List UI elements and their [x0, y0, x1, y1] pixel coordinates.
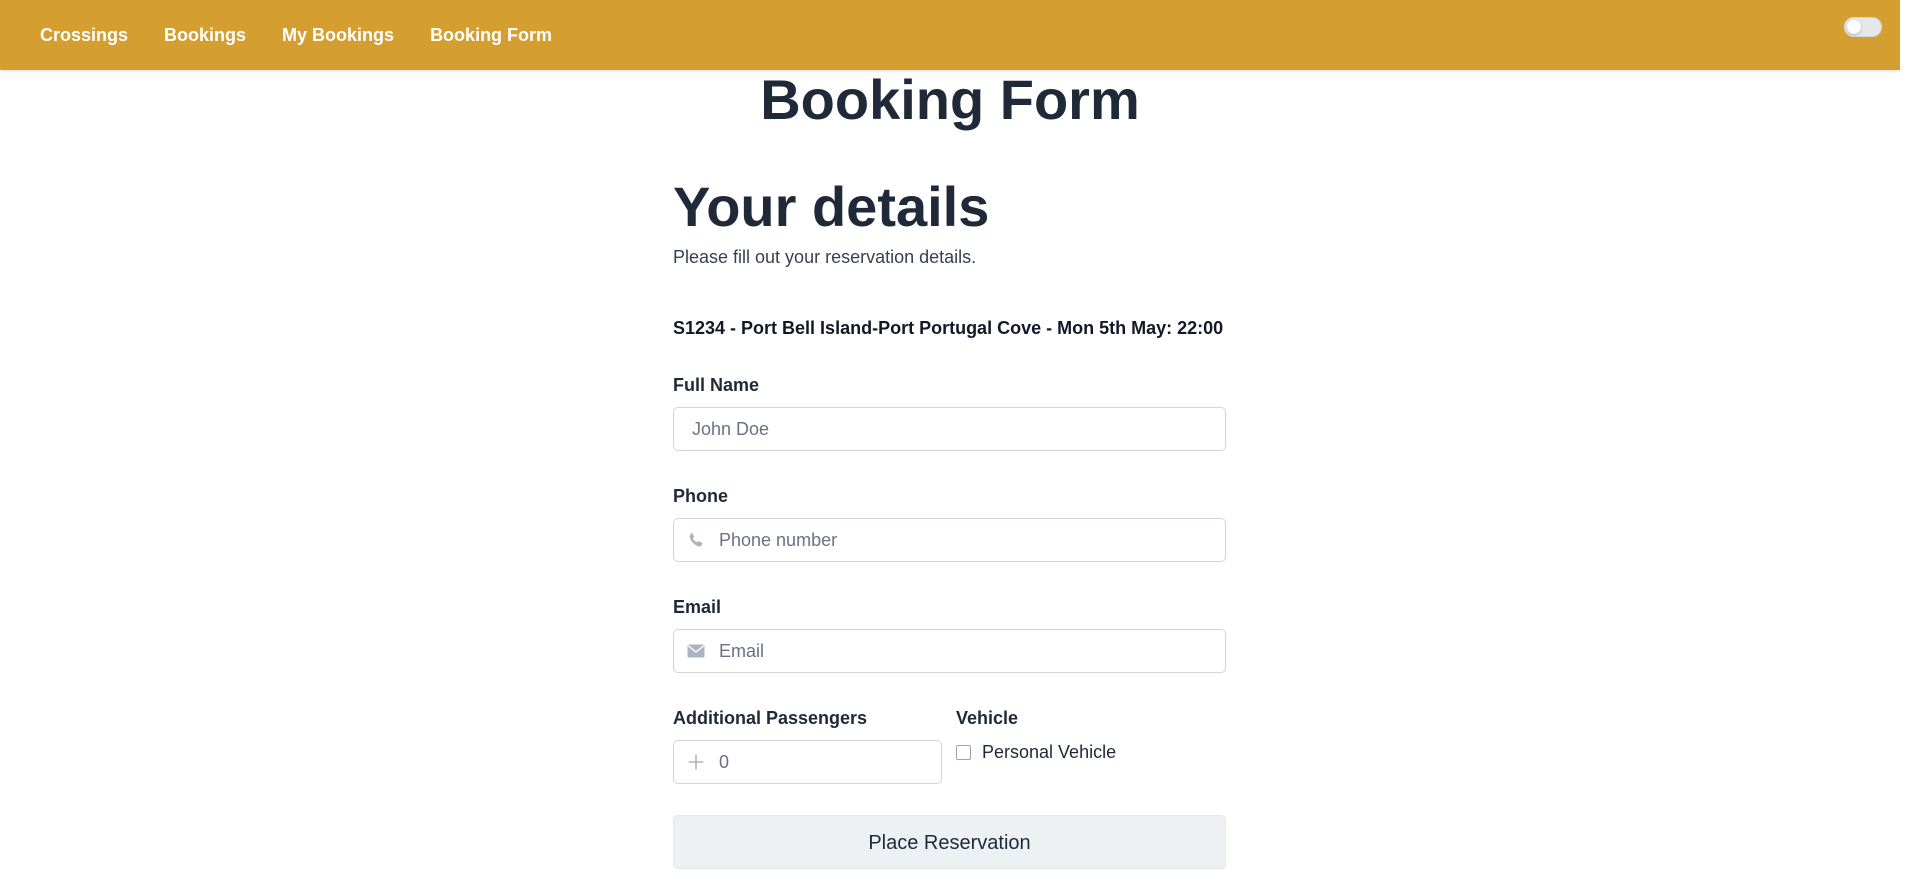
page-title: Booking Form [760, 68, 1140, 131]
full-name-group: Full Name [673, 373, 1226, 451]
nav-link-my-bookings[interactable]: My Bookings [282, 26, 394, 44]
phone-label: Phone [673, 486, 729, 506]
nav-link-crossings[interactable]: Crossings [40, 26, 128, 44]
email-box [673, 629, 1226, 673]
vehicle-label: Vehicle [956, 708, 1019, 728]
vehicle-group: Vehicle Personal Vehicle [956, 706, 1226, 784]
app-window: Crossings Bookings My Bookings Booking F… [0, 0, 1900, 893]
email-label: Email [673, 597, 722, 617]
phone-input[interactable] [674, 519, 1225, 561]
top-navbar: Crossings Bookings My Bookings Booking F… [0, 0, 1900, 70]
personal-vehicle-label: Personal Vehicle [982, 741, 1117, 762]
passengers-label: Additional Passengers [673, 708, 868, 728]
full-name-box [673, 407, 1226, 451]
section-title: Your details [673, 175, 990, 238]
toggle-knob [1847, 20, 1861, 34]
full-name-label: Full Name [673, 375, 760, 395]
passengers-group: Additional Passengers [673, 706, 942, 784]
personal-vehicle-option[interactable]: Personal Vehicle [956, 740, 1226, 764]
phone-group: Phone [673, 484, 1226, 562]
passengers-box [673, 740, 942, 784]
personal-vehicle-checkbox[interactable] [956, 744, 971, 760]
email-group: Email [673, 595, 1226, 673]
email-input[interactable] [674, 630, 1225, 672]
nav-link-booking-form[interactable]: Booking Form [430, 26, 552, 44]
crossing-summary: S1234 - Port Bell Island-Port Portugal C… [673, 318, 1224, 338]
booking-form: Your details Please fill out your reserv… [673, 170, 1226, 869]
theme-toggle[interactable] [1844, 17, 1882, 37]
phone-box [673, 518, 1226, 562]
place-reservation-button[interactable]: Place Reservation [673, 815, 1226, 869]
section-subtitle: Please fill out your reservation details… [673, 247, 977, 267]
passengers-input[interactable] [674, 741, 941, 783]
passengers-vehicle-row: Additional Passengers Vehicle Personal V… [673, 706, 1226, 784]
nav-links: Crossings Bookings My Bookings Booking F… [0, 26, 588, 44]
full-name-input[interactable] [674, 408, 1225, 450]
nav-link-bookings[interactable]: Bookings [164, 26, 246, 44]
